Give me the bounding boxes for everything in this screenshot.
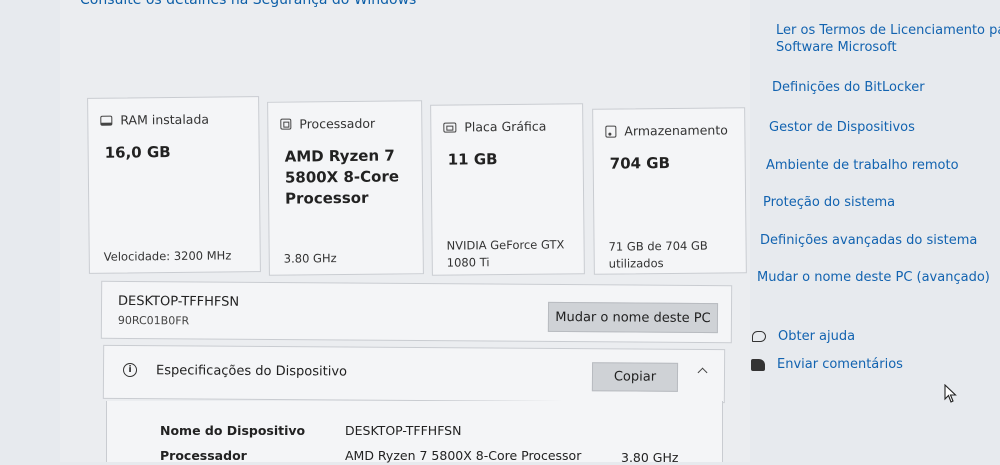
processor-card: Processador AMD Ryzen 7 5800X 8-Core Pro… [267, 100, 424, 276]
device-specs-title: Especificações do Dispositivo [155, 363, 348, 380]
storage-value: 704 GB [609, 153, 671, 173]
spec-label-processor: Processador [160, 448, 247, 463]
storage-icon [605, 125, 617, 138]
gpu-value: 11 GB [447, 150, 498, 169]
processor-card-header: Processador [280, 116, 375, 132]
license-terms-link-line-2[interactable]: Software Microsoft [776, 40, 897, 55]
ram-title: RAM instalada [120, 111, 210, 128]
ram-card: RAM instalada 16,0 GB Velocidade: 3200 M… [87, 96, 261, 274]
pc-name-section: DESKTOP-TFFHFSN 90RC01B0FR Mudar o nome … [100, 280, 733, 344]
processor-speed: 3.80 GHz [283, 251, 337, 266]
processor-title: Processador [299, 115, 376, 132]
remote-desktop-link[interactable]: Ambiente de trabalho remoto [766, 158, 959, 173]
copy-button[interactable]: Copiar [591, 362, 679, 392]
processor-value: AMD Ryzen 7 5800X 8-Core Processor [284, 146, 400, 208]
system-protection-link[interactable]: Proteção do sistema [763, 195, 895, 210]
rename-pc-button[interactable]: Mudar o nome deste PC [547, 301, 719, 334]
feedback-row[interactable]: Enviar comentários [751, 357, 903, 372]
gpu-model-line-1: NVIDIA GeForce GTX [446, 237, 565, 253]
gpu-model-line-2: 1080 Ti [446, 255, 490, 270]
get-help-link[interactable]: Obter ajuda [778, 329, 855, 344]
spec-label-device-name: Nome do Dispositivo [160, 423, 306, 438]
storage-title: Armazenamento [624, 122, 728, 139]
help-chat-icon [752, 331, 766, 342]
storage-card-header: Armazenamento [605, 122, 728, 138]
windows-security-link[interactable]: Consulte os detalhes na Segurança do Win… [80, 0, 416, 8]
send-feedback-link[interactable]: Enviar comentários [777, 357, 903, 372]
gpu-card-header: Placa Gráfica [443, 119, 546, 135]
ram-value: 16,0 GB [104, 143, 171, 162]
chevron-up-icon[interactable] [697, 367, 708, 378]
feedback-icon [751, 358, 765, 371]
ram-speed: Velocidade: 3200 MHz [103, 248, 232, 264]
gpu-card: Placa Gráfica 11 GB NVIDIA GeForce GTX 1… [430, 103, 585, 276]
pc-name: DESKTOP-TFFHFSN [118, 293, 240, 310]
device-specs-section: i Especificações do Dispositivo Copiar [102, 344, 726, 404]
storage-used-line-1: 71 GB de 704 GB [608, 238, 708, 254]
info-icon: i [122, 362, 138, 378]
gpu-icon [443, 122, 457, 133]
mouse-cursor-icon [944, 384, 957, 403]
ram-card-header: RAM instalada [100, 112, 209, 128]
get-help-row[interactable]: Obter ajuda [752, 329, 855, 344]
device-manager-link[interactable]: Gestor de Dispositivos [769, 120, 915, 135]
spec-value-processor: AMD Ryzen 7 5800X 8-Core Processor [345, 448, 582, 463]
license-terms-link-line-1[interactable]: Ler os Termos de Licenciamento para [776, 23, 1000, 38]
spec-value-processor-speed: 3.80 GHz [621, 450, 679, 465]
advanced-system-settings-link[interactable]: Definições avançadas do sistema [760, 233, 977, 248]
storage-card: Armazenamento 704 GB 71 GB de 704 GB uti… [592, 107, 747, 275]
storage-used-line-2: utilizados [608, 256, 664, 271]
rename-pc-advanced-link[interactable]: Mudar o nome deste PC (avançado) [757, 270, 990, 285]
gpu-title: Placa Gráfica [464, 118, 547, 135]
ram-icon [100, 115, 113, 126]
spec-value-device-name: DESKTOP-TFFHFSN [345, 423, 462, 438]
pc-id: 90RC01B0FR [117, 313, 190, 328]
bitlocker-settings-link[interactable]: Definições do BitLocker [772, 80, 925, 95]
processor-icon [280, 118, 292, 130]
